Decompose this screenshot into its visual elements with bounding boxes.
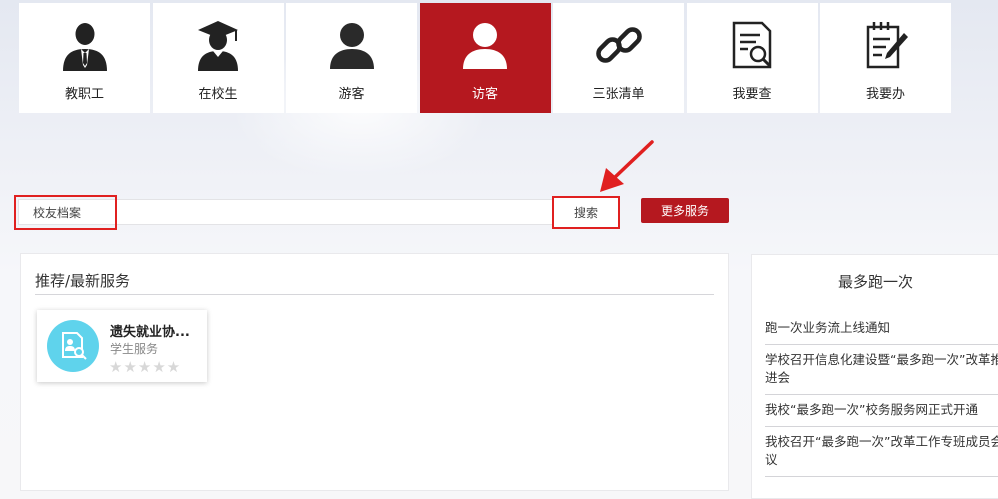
more-services-button[interactable]: 更多服务: [641, 198, 729, 223]
pao-panel: 最多跑一次 跑一次业务流上线通知 学校召开信息化建设暨“最多跑一次”改革推进会 …: [751, 254, 998, 499]
nav-tile-query[interactable]: 我要查: [686, 3, 818, 113]
recommend-panel: 推荐/最新服务 遗失就业协... 学生服务 ★★★★★: [20, 253, 729, 491]
divider: [35, 294, 714, 295]
highlight-box: [14, 195, 117, 230]
nav-tile-label: 三张清单: [592, 87, 645, 102]
graduate-icon: [191, 18, 245, 72]
nav-tile-label: 教职工: [64, 87, 104, 102]
annotation-arrow-icon: [600, 140, 654, 192]
visitor-icon: [458, 18, 512, 72]
nav-tile-student[interactable]: 在校生: [152, 3, 284, 113]
news-list: 跑一次业务流上线通知 学校召开信息化建设暨“最多跑一次”改革推进会 我校“最多跑…: [765, 313, 998, 477]
tourist-icon: [325, 18, 379, 72]
nav-tile-label: 我要查: [732, 87, 772, 102]
search-button[interactable]: 搜索: [552, 196, 620, 229]
news-item[interactable]: 我校“最多跑一次”校务服务网正式开通: [765, 395, 998, 427]
panel-title: 最多跑一次: [837, 273, 913, 291]
news-item[interactable]: 学校召开信息化建设暨“最多跑一次”改革推进会: [765, 345, 998, 395]
nav-tile-label: 在校生: [198, 87, 238, 102]
service-name: 遗失就业协...: [110, 325, 190, 340]
rating-stars: ★★★★★: [109, 358, 182, 376]
edit-document-icon: [859, 18, 913, 72]
news-item[interactable]: 跑一次业务流上线通知: [765, 313, 998, 345]
nav-tile-label: 我要办: [865, 87, 905, 102]
nav-tile-staff[interactable]: 教职工: [19, 3, 150, 113]
nav-tile-label: 访客: [471, 87, 498, 102]
nav-tile-three-lists[interactable]: 三张清单: [553, 3, 684, 113]
document-search-icon: [47, 320, 99, 372]
service-category: 学生服务: [110, 342, 159, 356]
staff-icon: [58, 18, 112, 72]
search-document-icon: [725, 18, 779, 72]
news-item[interactable]: 我校召开“最多跑一次”改革工作专班成员会议: [765, 427, 998, 477]
nav-tile-label: 游客: [338, 87, 365, 102]
top-nav: 教职工 在校生 游客 访客 三张清单 我要查 我要办: [19, 3, 954, 113]
service-card[interactable]: 遗失就业协... 学生服务 ★★★★★: [37, 310, 207, 382]
nav-tile-visitor[interactable]: 访客: [419, 3, 551, 113]
nav-tile-tourist[interactable]: 游客: [286, 3, 417, 113]
panel-title: 推荐/最新服务: [35, 272, 131, 290]
nav-tile-handle[interactable]: 我要办: [820, 3, 951, 113]
link-icon: [592, 18, 646, 72]
